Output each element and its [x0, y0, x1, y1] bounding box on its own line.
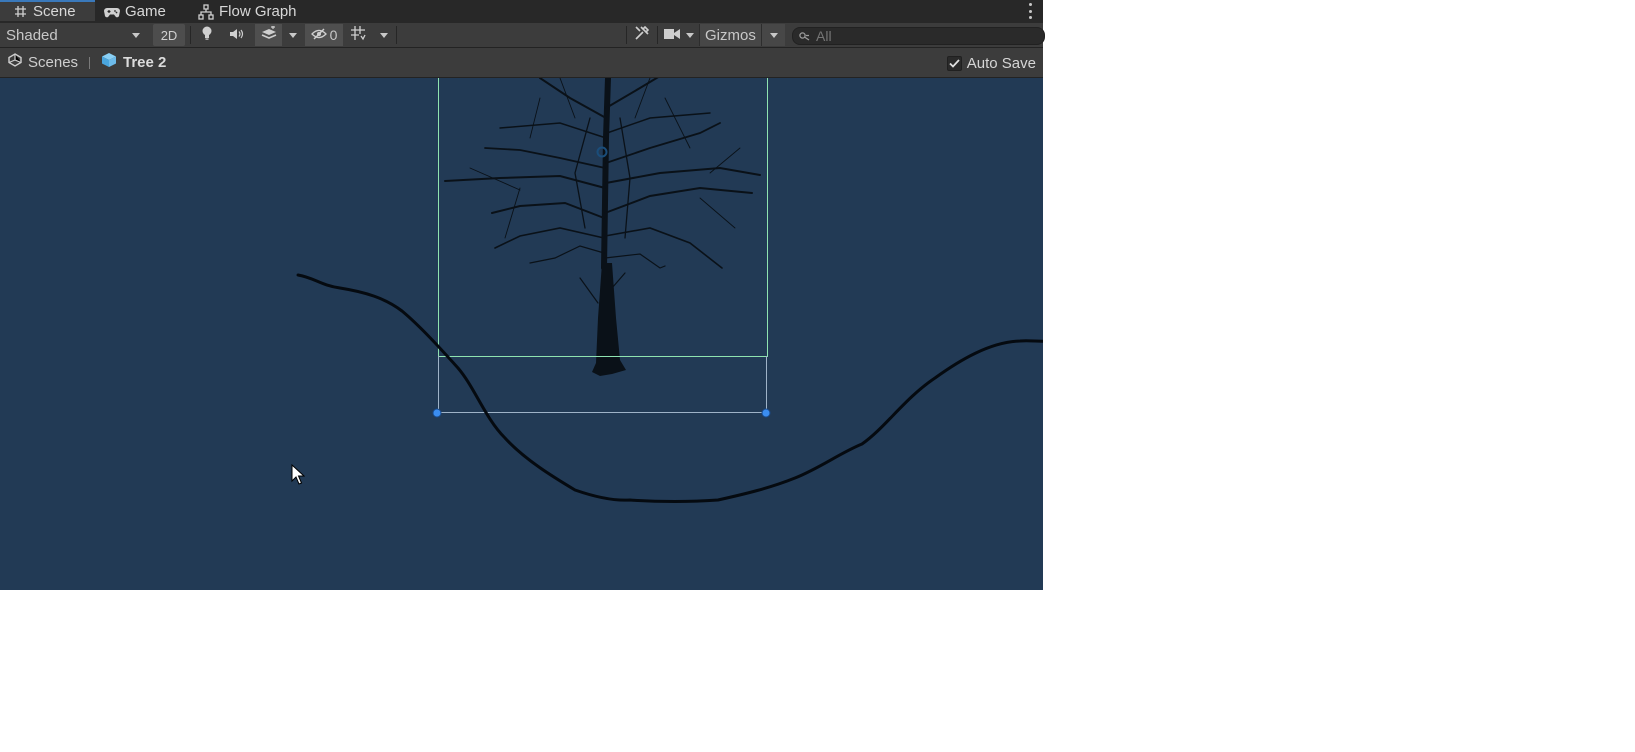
eye-hidden-icon [310, 27, 327, 44]
toggle-2d-button[interactable]: 2D [153, 24, 185, 46]
tab-bar: Scene Game Flow Graph [0, 0, 1043, 23]
breadcrumb-current-label: Tree 2 [123, 53, 167, 71]
search-input[interactable] [810, 28, 1026, 44]
tab-label: Flow Graph [219, 3, 297, 20]
tools-button[interactable] [631, 24, 653, 46]
grid-hash-icon [12, 4, 28, 20]
chevron-down-icon [686, 32, 694, 38]
scene-view-panel: Scene Game Flow Graph Shaded 2D 0 Gizmos… [0, 0, 1045, 590]
ground-curve [296, 273, 1043, 503]
scene-viewport[interactable] [0, 78, 1043, 590]
breadcrumb-scenes[interactable]: Scenes [8, 53, 78, 71]
draw-mode-dropdown[interactable]: Shaded [0, 24, 148, 46]
mouse-cursor-icon [291, 464, 305, 485]
gizmos-dropdown[interactable] [761, 24, 785, 46]
tab-label: Scene [33, 3, 76, 20]
tab-scene[interactable]: Scene [0, 0, 95, 21]
tools-icon [635, 25, 650, 44]
gamepad-icon [104, 4, 120, 20]
speaker-icon [229, 27, 245, 44]
breadcrumb-root-label: Scenes [28, 53, 79, 71]
auto-save-checkbox[interactable] [946, 56, 962, 71]
effects-options-dropdown[interactable] [283, 24, 303, 46]
tree-sprite [444, 78, 761, 376]
breadcrumb-divider [89, 57, 90, 69]
hidden-count: 0 [329, 27, 338, 43]
lightbulb-icon [201, 26, 213, 44]
chevron-down-icon [132, 33, 140, 38]
tab-label: Game [125, 3, 166, 20]
grid-snap-icon [350, 25, 366, 45]
audio-toggle-button[interactable] [226, 24, 248, 46]
draw-mode-value: Shaded [6, 26, 58, 44]
breadcrumb: Scenes Tree 2 Auto Save [0, 48, 1043, 78]
gizmos-button[interactable]: Gizmos [699, 24, 761, 46]
tab-flow-graph[interactable]: Flow Graph [198, 0, 297, 23]
grid-toggle-button[interactable] [347, 24, 369, 46]
auto-save-label: Auto Save [966, 55, 1036, 72]
prefab-cube-icon [101, 52, 117, 72]
auto-save-toggle[interactable]: Auto Save [946, 55, 1036, 72]
checkmark-icon [949, 59, 960, 68]
search-field[interactable] [792, 27, 1045, 45]
chevron-down-icon [380, 32, 388, 38]
search-icon [799, 28, 810, 45]
grid-options-dropdown[interactable] [374, 24, 394, 46]
chevron-down-icon [769, 32, 778, 38]
breadcrumb-current[interactable]: Tree 2 [101, 53, 166, 71]
unity-logo-icon [8, 53, 22, 71]
flow-graph-icon [198, 3, 214, 20]
rect-handle-bottom-left[interactable] [432, 408, 442, 418]
camera-settings-button[interactable] [660, 24, 698, 46]
effects-toggle-button[interactable] [255, 24, 282, 46]
layers-effects-icon [261, 25, 277, 44]
rect-handle-bottom-right[interactable] [761, 408, 771, 418]
chevron-down-icon [289, 32, 297, 38]
tab-game[interactable]: Game [104, 0, 166, 23]
lighting-toggle-button[interactable] [196, 24, 218, 46]
scene-visibility-button[interactable]: 0 [305, 24, 343, 46]
scene-canvas [296, 78, 1043, 503]
camera-icon [664, 27, 680, 44]
more-options-icon[interactable] [1027, 3, 1033, 19]
